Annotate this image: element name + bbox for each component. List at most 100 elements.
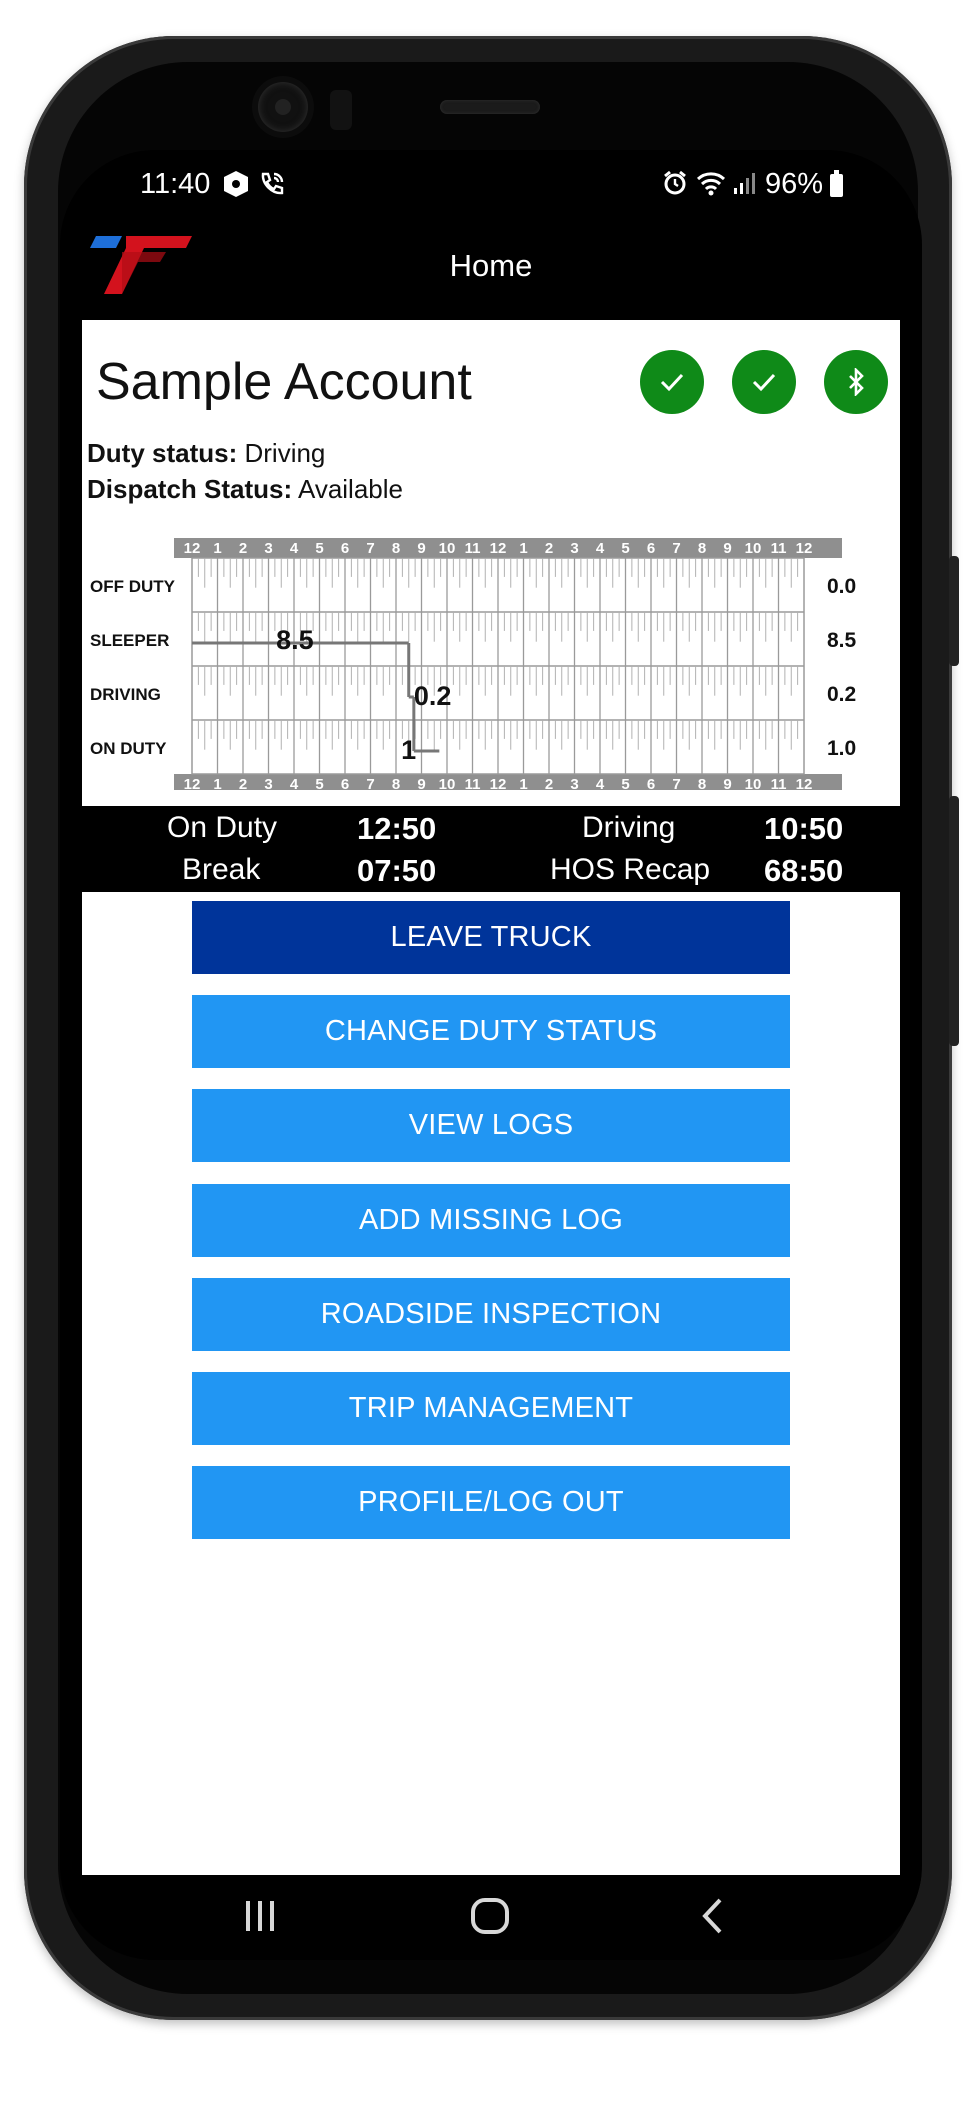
front-camera	[258, 82, 308, 132]
hour-tick-label-top: 1	[519, 540, 527, 557]
alarm-icon	[662, 170, 688, 203]
hour-tick-label-bottom: 8	[698, 776, 706, 790]
hour-tick-label-top: 5	[315, 540, 323, 557]
hos-log-grid[interactable]: 12 12 1 1 2 2 3 3 4 4 5 5 6 6 7 7 8 8 9 9 10 10 11 11 12 12 1 1 2 2 3 3…	[82, 530, 900, 794]
bluetooth-button[interactable]	[824, 350, 888, 414]
profile-log-out-button[interactable]: PROFILE/LOG OUT	[192, 1466, 790, 1539]
hour-tick-label-bottom: 5	[315, 776, 323, 790]
hour-tick-label-top: 11	[465, 540, 481, 557]
hour-tick-label-bottom: 1	[519, 776, 527, 790]
duty-status-value: Driving	[244, 438, 326, 468]
dispatch-status: Dispatch Status: Available	[87, 474, 403, 505]
duty-status-label: Duty status:	[87, 438, 238, 468]
leave-truck-button[interactable]: LEAVE TRUCK	[192, 901, 790, 974]
hour-tick-label-top: 6	[647, 540, 655, 557]
hour-tick-label-bottom: 6	[341, 776, 349, 790]
hos-recap-value: 68:50	[764, 853, 844, 888]
check-icon	[660, 373, 684, 392]
change-duty-status-button[interactable]: CHANGE DUTY STATUS	[192, 995, 790, 1068]
hour-band-top	[174, 538, 842, 558]
wifi-call-icon	[258, 170, 286, 205]
home-icon[interactable]	[470, 1897, 510, 1944]
sync-status-button[interactable]	[640, 350, 704, 414]
hour-tick-label-bottom: 6	[647, 776, 655, 790]
hour-tick-label-bottom: 2	[545, 776, 553, 790]
hour-tick-label-bottom: 5	[621, 776, 629, 790]
hos-summary: On Duty 12:50 Driving 10:50 Break 07:50 …	[82, 806, 900, 892]
hour-tick-label-bottom: 12	[184, 776, 201, 790]
hour-tick-label-bottom: 7	[366, 776, 374, 790]
battery-icon	[830, 170, 843, 197]
main-content: Sample Account Duty status: Driving Disp…	[82, 320, 900, 1875]
on-duty-hours-annotation: 1	[401, 735, 416, 765]
hour-tick-label-top: 9	[417, 540, 425, 557]
add-missing-log-button[interactable]: ADD MISSING LOG	[192, 1184, 790, 1257]
bluetooth-icon	[849, 368, 864, 396]
hour-tick-label-top: 4	[290, 540, 299, 557]
trip-management-button[interactable]: TRIP MANAGEMENT	[192, 1372, 790, 1445]
hour-tick-label-bottom: 11	[771, 776, 787, 790]
hour-tick-label-bottom: 9	[417, 776, 425, 790]
row-label: OFF DUTY	[90, 577, 176, 596]
hour-tick-label-top: 4	[596, 540, 605, 557]
hos-recap-label: HOS Recap	[550, 853, 711, 886]
row-total: 1.0	[827, 737, 856, 760]
hour-tick-label-bottom: 8	[392, 776, 400, 790]
hour-tick-label-top: 5	[621, 540, 629, 557]
driving-value: 10:50	[764, 811, 844, 846]
break-value: 07:50	[357, 853, 437, 888]
hour-tick-label-bottom: 7	[672, 776, 680, 790]
hour-tick-label-top: 11	[771, 540, 787, 557]
hour-tick-label-top: 3	[570, 540, 578, 557]
row-total: 8.5	[827, 629, 857, 652]
signal-icon	[732, 170, 758, 203]
hour-tick-label-top: 2	[545, 540, 553, 557]
roadside-inspection-button[interactable]: ROADSIDE INSPECTION	[192, 1278, 790, 1351]
hour-tick-label-bottom: 10	[439, 776, 456, 790]
check-icon	[752, 373, 776, 392]
hour-tick-label-top: 12	[184, 540, 201, 557]
hour-tick-label-bottom: 12	[490, 776, 507, 790]
hour-tick-label-bottom: 4	[596, 776, 605, 790]
on-duty-label: On Duty	[167, 811, 278, 844]
hour-band-bottom	[174, 774, 842, 794]
view-logs-button[interactable]: VIEW LOGS	[192, 1089, 790, 1162]
hour-tick-label-top: 10	[439, 540, 456, 557]
row-label: DRIVING	[90, 685, 161, 704]
on-duty-value: 12:50	[357, 811, 437, 846]
hour-tick-label-top: 8	[698, 540, 706, 557]
account-name: Sample Account	[96, 353, 472, 411]
back-icon[interactable]	[700, 1897, 726, 1944]
earpiece-speaker	[440, 100, 540, 114]
recent-apps-icon[interactable]	[242, 1899, 278, 1942]
hour-tick-label-top: 12	[796, 540, 813, 557]
system-nav-bar	[60, 1875, 922, 1960]
dispatch-status-label: Dispatch Status:	[87, 474, 293, 504]
hour-tick-label-bottom: 2	[239, 776, 247, 790]
shield-icon	[223, 170, 249, 205]
hour-tick-label-bottom: 11	[465, 776, 481, 790]
hour-tick-label-top: 3	[264, 540, 272, 557]
hour-tick-label-bottom: 9	[723, 776, 731, 790]
hour-tick-label-bottom: 1	[213, 776, 221, 790]
hour-tick-label-bottom: 4	[290, 776, 299, 790]
power-button	[949, 796, 959, 1046]
duty-status: Duty status: Driving	[87, 438, 325, 469]
row-label: ON DUTY	[90, 739, 167, 758]
hour-tick-label-bottom: 3	[264, 776, 272, 790]
hour-tick-label-bottom: 10	[745, 776, 762, 790]
connection-status-button[interactable]	[732, 350, 796, 414]
status-time: 11:40	[140, 168, 211, 200]
row-label: SLEEPER	[90, 631, 169, 650]
hour-tick-label-top: 1	[213, 540, 221, 557]
log-grid-svg: 1212112233445566778899101011111212112233…	[90, 538, 857, 794]
page-title: Home	[449, 248, 533, 283]
proximity-sensor	[330, 90, 352, 130]
driving-hours-annotation: 0.2	[414, 681, 452, 711]
hour-tick-label-top: 8	[392, 540, 400, 557]
phone-screen: 11:40 96% Home Sample Account Duty statu…	[60, 150, 922, 1960]
hour-tick-label-top: 6	[341, 540, 349, 557]
hour-tick-label-top: 2	[239, 540, 247, 557]
volume-button	[949, 556, 959, 666]
hour-tick-label-top: 10	[745, 540, 762, 557]
